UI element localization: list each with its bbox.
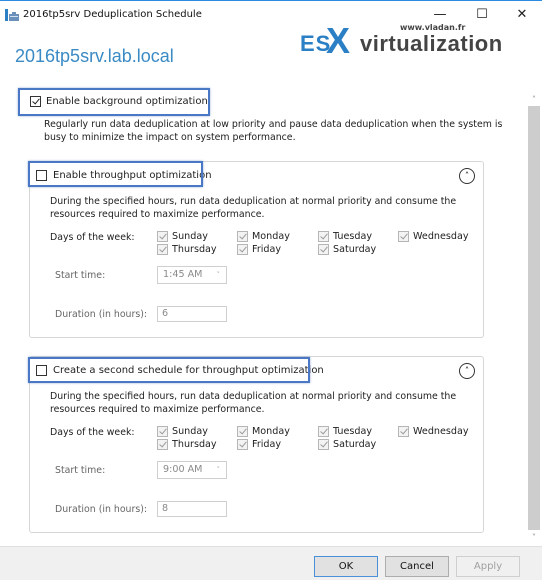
background-optimization-checkbox[interactable] [30, 96, 41, 107]
day-label: Monday [252, 426, 290, 437]
day-checkbox[interactable] [318, 231, 329, 242]
throughput-description: During the specified hours, run data ded… [50, 196, 457, 220]
duration-label: Duration (in hours): [55, 504, 148, 515]
day-wednesday[interactable]: Wednesday [398, 426, 469, 437]
day-checkbox[interactable] [318, 439, 329, 450]
day-checkbox[interactable] [237, 426, 248, 437]
day-checkbox[interactable] [237, 231, 248, 242]
day-label: Sunday [172, 426, 208, 437]
days-of-week-label: Days of the week: [50, 427, 135, 438]
day-thursday[interactable]: Thursday [157, 244, 217, 255]
highlight-box-second-schedule [28, 357, 310, 383]
logo-x-text: X [326, 20, 351, 61]
day-label: Friday [252, 244, 282, 255]
highlight-box-throughput [28, 161, 203, 187]
day-label: Monday [252, 231, 290, 242]
day-label: Sunday [172, 231, 208, 242]
vertical-scrollbar[interactable]: ˄ ˅ [527, 94, 541, 544]
server-name-heading: 2016tp5srv.lab.local [15, 46, 174, 66]
days-of-week-label: Days of the week: [50, 232, 135, 243]
day-sunday[interactable]: Sunday [157, 426, 208, 437]
day-tuesday[interactable]: Tuesday [318, 426, 372, 437]
start-time-value: 1:45 AM [163, 269, 203, 280]
day-label: Thursday [172, 439, 217, 450]
day-monday[interactable]: Monday [237, 231, 290, 242]
second-schedule-description: During the specified hours, run data ded… [50, 391, 457, 415]
day-label: Friday [252, 439, 282, 450]
day-checkbox[interactable] [157, 439, 168, 450]
day-label: Saturday [333, 244, 377, 255]
day-friday[interactable]: Friday [237, 244, 281, 255]
background-optimization-label: Enable background optimization [46, 96, 208, 107]
start-time-select[interactable]: 1:45 AM ˅ [157, 266, 227, 284]
throughput-schedule-panel: Enable throughput optimization ˄ During … [29, 161, 484, 338]
start-time-select[interactable]: 9:00 AM ˅ [157, 461, 227, 479]
start-time-value: 9:00 AM [163, 464, 203, 475]
day-label: Thursday [172, 244, 217, 255]
day-sunday[interactable]: Sunday [157, 231, 208, 242]
day-checkbox[interactable] [237, 244, 248, 255]
apply-button[interactable]: Apply [456, 556, 520, 577]
day-label: Wednesday [413, 426, 469, 437]
day-saturday[interactable]: Saturday [318, 439, 376, 450]
day-label: Wednesday [413, 231, 469, 242]
day-label: Tuesday [333, 231, 373, 242]
background-optimization-option[interactable]: Enable background optimization [30, 96, 208, 107]
start-time-label: Start time: [55, 270, 106, 281]
day-checkbox[interactable] [398, 426, 409, 437]
app-icon [5, 9, 19, 21]
day-monday[interactable]: Monday [237, 426, 290, 437]
dialog-footer: OK Cancel Apply [0, 546, 542, 580]
day-checkbox[interactable] [157, 426, 168, 437]
day-thursday[interactable]: Thursday [157, 439, 217, 450]
ok-button[interactable]: OK [314, 556, 378, 577]
background-optimization-description: Regularly run data deduplication at low … [44, 119, 503, 143]
collapse-chevron-up-icon[interactable]: ˄ [459, 363, 475, 379]
collapse-chevron-up-icon[interactable]: ˄ [459, 168, 475, 184]
window-title: 2016tp5srv Deduplication Schedule [23, 9, 202, 20]
duration-label: Duration (in hours): [55, 309, 148, 320]
watermark-logo: ES X www.vladan.fr virtualization [300, 20, 540, 61]
day-saturday[interactable]: Saturday [318, 244, 376, 255]
day-checkbox[interactable] [318, 426, 329, 437]
chevron-down-icon: ˅ [216, 466, 221, 474]
day-checkbox[interactable] [398, 231, 409, 242]
chevron-down-icon: ˅ [216, 271, 221, 279]
day-checkbox[interactable] [157, 231, 168, 242]
cancel-button[interactable]: Cancel [385, 556, 449, 577]
scroll-up-arrow-icon[interactable]: ˄ [527, 94, 541, 106]
day-wednesday[interactable]: Wednesday [398, 231, 469, 242]
day-label: Saturday [333, 439, 377, 450]
duration-input[interactable]: 6 [157, 306, 227, 322]
day-checkbox[interactable] [157, 244, 168, 255]
day-checkbox[interactable] [318, 244, 329, 255]
day-checkbox[interactable] [237, 439, 248, 450]
logo-virtualization-text: virtualization [360, 31, 503, 56]
scroll-down-arrow-icon[interactable]: ˅ [527, 532, 541, 544]
duration-input[interactable]: 8 [157, 501, 227, 517]
day-label: Tuesday [333, 426, 373, 437]
day-friday[interactable]: Friday [237, 439, 281, 450]
dedup-schedule-dialog: 2016tp5srv Deduplication Schedule — ☐ ✕ … [0, 0, 542, 580]
start-time-label: Start time: [55, 465, 106, 476]
scrollbar-thumb[interactable] [528, 106, 540, 530]
day-tuesday[interactable]: Tuesday [318, 231, 372, 242]
